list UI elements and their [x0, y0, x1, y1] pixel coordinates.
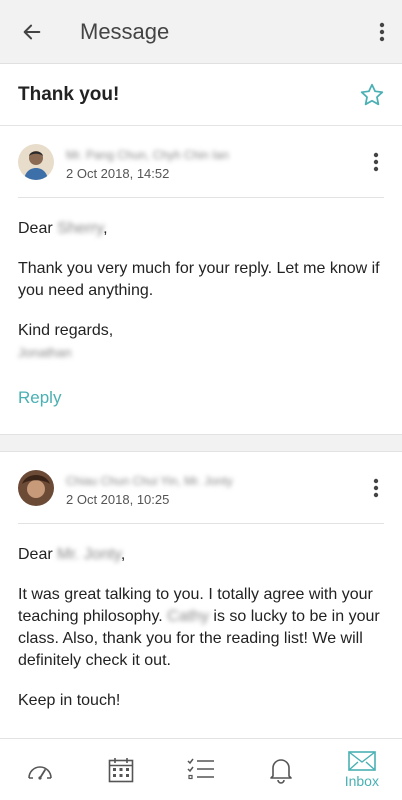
message-date: 2 Oct 2018, 10:25 — [66, 492, 170, 507]
greeting-line: Dear Mr. Jonty, — [18, 546, 126, 563]
reply-link[interactable]: Reply — [18, 388, 61, 408]
recipient-name: Mr. Jonty — [57, 546, 121, 563]
app-bar: Message — [0, 0, 402, 64]
avatar — [18, 470, 54, 506]
page-title: Message — [80, 18, 170, 44]
dashboard-gauge-icon — [28, 765, 53, 780]
message-card: Chiau Chun Chui Yin, Mr. Jonty 2 Oct 201… — [0, 452, 402, 738]
nav-item-tasks[interactable] — [161, 739, 241, 800]
message-header: Mr. Pang Chun, Chyh Chin Ian 2 Oct 2018,… — [18, 126, 384, 198]
message-body: Dear Mr. Jonty, It was great talking to … — [0, 524, 402, 712]
thread-subject: Thank you! — [18, 83, 120, 105]
bell-icon — [270, 758, 293, 784]
overflow-menu-button[interactable] — [362, 0, 402, 64]
recipient-name: Sherry — [57, 220, 104, 237]
message-menu-button[interactable] — [356, 468, 396, 508]
closing: Kind regards, — [18, 322, 114, 339]
message-date: 2 Oct 2018, 14:52 — [66, 166, 170, 181]
bottom-nav: Inbox — [0, 738, 402, 800]
closing: Keep in touch! — [18, 692, 121, 709]
message-body: Dear Sherry, Thank you very much for you… — [0, 198, 402, 364]
greeting: Dear — [18, 546, 53, 563]
greeting-line: Dear Sherry, — [18, 220, 108, 237]
more-vertical-icon — [379, 22, 385, 41]
greeting: Dear — [18, 220, 53, 237]
body-paragraph: It was great talking to you. I totally a… — [18, 584, 384, 672]
sender-name: Mr. Pang Chun, Chyh Chin Ian — [66, 148, 229, 162]
back-button[interactable] — [0, 0, 64, 64]
more-vertical-icon — [373, 152, 379, 172]
message-divider — [0, 434, 402, 452]
calendar-icon — [108, 757, 133, 782]
thread-subject-row: Thank you! — [0, 64, 402, 126]
star-button[interactable] — [342, 64, 402, 126]
avatar — [18, 144, 54, 180]
nav-item-inbox-label: Inbox — [344, 772, 379, 789]
message-header: Chiau Chun Chui Yin, Mr. Jonty 2 Oct 201… — [18, 452, 384, 524]
nav-item-dashboard[interactable] — [0, 739, 80, 800]
message-card: Mr. Pang Chun, Chyh Chin Ian 2 Oct 2018,… — [0, 126, 402, 434]
message-menu-button[interactable] — [356, 142, 396, 182]
arrow-left-icon — [23, 24, 41, 39]
nav-item-inbox[interactable]: Inbox — [322, 739, 402, 800]
nav-item-notifications[interactable] — [241, 739, 321, 800]
signature: Jonathan — [18, 345, 72, 360]
body-paragraph: Thank you very much for your reply. Let … — [18, 260, 380, 299]
reply-row: Reply — [0, 388, 402, 408]
child-name: Cathy — [167, 608, 209, 625]
envelope-icon — [348, 750, 376, 771]
sender-name: Chiau Chun Chui Yin, Mr. Jonty — [66, 474, 233, 488]
star-icon — [360, 83, 384, 105]
checklist-icon — [187, 758, 215, 779]
nav-item-calendar[interactable] — [80, 739, 160, 800]
more-vertical-icon — [373, 478, 379, 498]
